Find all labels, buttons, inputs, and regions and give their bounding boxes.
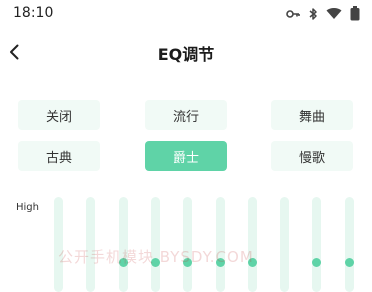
preset-label: 舞曲 bbox=[298, 109, 325, 125]
eq-slider-knob[interactable] bbox=[312, 258, 321, 267]
status-time: 18:10 bbox=[13, 5, 54, 21]
eq-slider-track[interactable] bbox=[280, 197, 289, 292]
page-title: EQ调节 bbox=[157, 45, 215, 64]
eq-high-label: High bbox=[16, 202, 39, 213]
nav-bar: EQ调节 bbox=[0, 34, 372, 70]
preset-button-jazz[interactable]: 爵士 bbox=[145, 141, 227, 171]
preset-button-slow[interactable]: 慢歌 bbox=[271, 141, 353, 171]
preset-label: 关闭 bbox=[45, 109, 72, 125]
eq-slider-track[interactable] bbox=[312, 197, 321, 292]
preset-button-off[interactable]: 关闭 bbox=[18, 100, 100, 130]
key-icon bbox=[286, 7, 300, 21]
wifi-icon bbox=[326, 7, 342, 20]
preset-button-dance[interactable]: 舞曲 bbox=[271, 100, 353, 130]
preset-label: 爵士 bbox=[172, 150, 199, 166]
eq-slider-track[interactable] bbox=[151, 197, 160, 292]
eq-slider-track[interactable] bbox=[183, 197, 192, 292]
battery-icon bbox=[350, 6, 360, 21]
status-bar: 18:10 bbox=[0, 0, 372, 28]
eq-slider-track[interactable] bbox=[54, 197, 63, 292]
bluetooth-icon bbox=[308, 7, 318, 21]
eq-slider-track[interactable] bbox=[216, 197, 225, 292]
eq-slider-track[interactable] bbox=[119, 197, 128, 292]
eq-slider-knob[interactable] bbox=[345, 258, 354, 267]
eq-slider-track[interactable] bbox=[86, 197, 95, 292]
status-icons bbox=[286, 6, 360, 21]
preset-button-pop[interactable]: 流行 bbox=[145, 100, 227, 130]
preset-label: 古典 bbox=[45, 150, 72, 166]
eq-slider-track[interactable] bbox=[248, 197, 257, 292]
preset-button-classical[interactable]: 古典 bbox=[18, 141, 100, 171]
preset-label: 慢歌 bbox=[298, 150, 325, 166]
preset-label: 流行 bbox=[172, 109, 199, 125]
eq-slider-track[interactable] bbox=[345, 197, 354, 292]
watermark: 公开手机模块 BYSDY.COM bbox=[58, 248, 254, 266]
